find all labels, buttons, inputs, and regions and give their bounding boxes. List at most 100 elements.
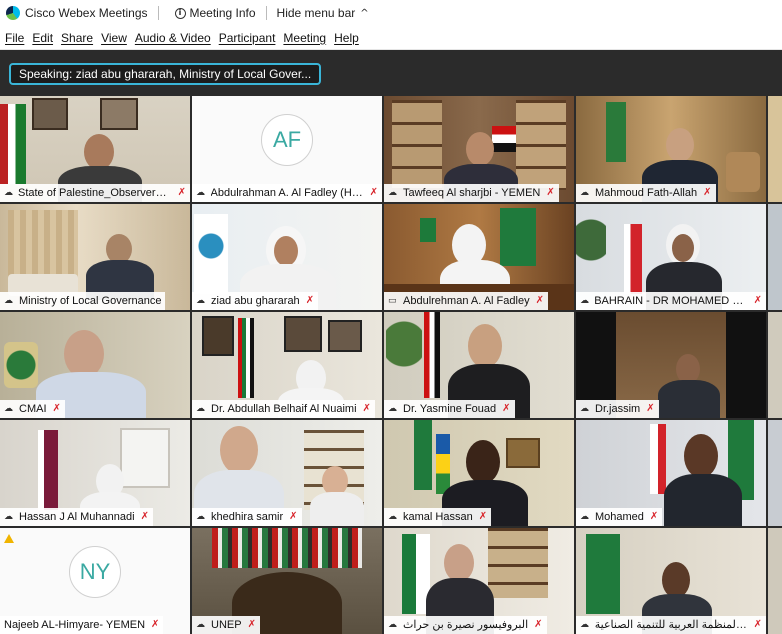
menu-share[interactable]: Share — [61, 31, 93, 45]
flag — [0, 104, 26, 184]
mic-muted-icon[interactable]: ✗ — [703, 184, 711, 202]
mic-muted-icon[interactable]: ✗ — [306, 292, 314, 310]
video-tile[interactable]: ☁ Dr. Yasmine Fouad ✗ — [384, 312, 574, 418]
mic-muted-icon[interactable]: ✗ — [536, 292, 544, 310]
participant-label: ☁ Dr. Yasmine Fouad ✗ — [384, 400, 515, 418]
participant-head — [220, 426, 258, 474]
video-tile[interactable]: ☁ State of Palestine_Observer2 (Me) ✗ — [0, 96, 190, 202]
mic-muted-icon[interactable]: ✗ — [646, 400, 654, 418]
mic-muted-icon[interactable]: ✗ — [363, 400, 371, 418]
video-tile[interactable]: ☁ Tawfeeq Al sharjbi - YEMEN ✗ — [384, 96, 574, 202]
participant-name: Mohamed — [595, 511, 644, 523]
video-tile[interactable]: NY Najeeb AL-Himyare- YEMEN ✗ — [0, 528, 190, 634]
video-tile[interactable]: ☁ المنظمة العربية للتنمية الصناعية ... ✗ — [576, 528, 766, 634]
menu-file[interactable]: File — [5, 31, 24, 45]
menu-help[interactable]: Help — [334, 31, 359, 45]
participant-head — [666, 128, 694, 162]
app-title[interactable]: Cisco Webex Meetings — [6, 6, 148, 20]
video-tile[interactable]: ☁ Mahmoud Fath-Allah ✗ — [576, 96, 766, 202]
menu-bar: File Edit Share View Audio & Video Parti… — [0, 26, 782, 50]
video-tile[interactable]: ☁ Dr.jassim ✗ — [576, 312, 766, 418]
video-grid: ☁ State of Palestine_Observer2 (Me) ✗ AF… — [0, 96, 782, 634]
mic-muted-icon[interactable]: ✗ — [502, 400, 510, 418]
connection-icon: ☁ — [580, 620, 589, 630]
hide-menu-bar-button[interactable]: Hide menu bar ^ — [277, 6, 369, 20]
mic-muted-icon[interactable]: ✗ — [534, 616, 542, 634]
mic-muted-icon[interactable]: ✗ — [370, 184, 378, 202]
participant-name: البروفيسور نصيرة بن حراث — [403, 619, 529, 631]
flag — [424, 312, 440, 398]
mic-muted-icon[interactable]: ✗ — [178, 184, 186, 202]
participant-name: khedhira samir — [211, 511, 284, 523]
video-tile[interactable]: ☁ BAHRAIN - DR MOHAMED BIN... ✗ — [576, 204, 766, 310]
participant-name: State of Palestine_Observer2 (Me) — [17, 187, 172, 199]
mic-muted-icon[interactable]: ✗ — [248, 616, 256, 634]
mic-muted-icon[interactable]: ✗ — [650, 508, 658, 526]
flag — [492, 126, 516, 152]
video-tile-partial[interactable] — [768, 528, 782, 634]
portrait-frame — [100, 98, 138, 130]
info-icon: i — [174, 7, 186, 19]
flag — [436, 434, 450, 494]
flag — [586, 534, 620, 614]
video-tile[interactable]: ☁ Dr. Abdullah Belhaif Al Nuaimi ✗ — [192, 312, 382, 418]
connection-icon: ☁ — [4, 188, 13, 198]
bookshelf — [488, 528, 548, 598]
mic-muted-icon[interactable]: ✗ — [151, 616, 159, 634]
video-tile[interactable]: ☁ CMAI ✗ — [0, 312, 190, 418]
flag — [500, 208, 536, 266]
video-tile[interactable]: ☁ Mohamed ✗ — [576, 420, 766, 526]
logo-banner — [194, 214, 228, 294]
menu-audio-video[interactable]: Audio & Video — [135, 31, 211, 45]
video-tile[interactable]: ▭ Abdulrehman A. Al Fadley ✗ — [384, 204, 574, 310]
mic-muted-icon[interactable]: ✗ — [754, 292, 762, 310]
video-tile-partial[interactable] — [768, 312, 782, 418]
video-tile[interactable]: ☁ البروفيسور نصيرة بن حراث ✗ — [384, 528, 574, 634]
participant-name: Dr.jassim — [595, 403, 641, 415]
flag — [624, 224, 642, 294]
mic-muted-icon[interactable]: ✗ — [754, 616, 762, 634]
divider — [157, 6, 159, 20]
flag — [606, 102, 626, 162]
connection-icon: ☁ — [388, 404, 397, 414]
menu-participant[interactable]: Participant — [219, 31, 276, 45]
menu-view[interactable]: View — [101, 31, 127, 45]
hide-menu-label: Hide menu bar — [276, 6, 356, 20]
portrait-frame — [506, 438, 540, 468]
flag — [650, 424, 666, 494]
video-tile[interactable]: ☁ kamal Hassan ✗ — [384, 420, 574, 526]
mic-muted-icon[interactable]: ✗ — [546, 184, 554, 202]
mic-muted-icon[interactable]: ✗ — [479, 508, 487, 526]
menu-edit[interactable]: Edit — [32, 31, 53, 45]
mic-muted-icon[interactable]: ✗ — [289, 508, 297, 526]
flags-row — [212, 528, 362, 568]
menu-meeting[interactable]: Meeting — [283, 31, 326, 45]
connection-icon: ☁ — [388, 188, 397, 198]
participant-label: ▭ Abdulrehman A. Al Fadley ✗ — [384, 292, 548, 310]
computer-icon: ▭ — [388, 296, 397, 306]
video-tile-partial[interactable] — [768, 420, 782, 526]
connection-icon: ☁ — [4, 296, 13, 306]
participant-label: ☁ khedhira samir ✗ — [192, 508, 302, 526]
video-tile[interactable]: ☁ khedhira samir ✗ — [192, 420, 382, 526]
participant-name: Abdulrehman A. Al Fadley — [403, 295, 530, 307]
chair — [726, 152, 760, 192]
mic-muted-icon[interactable]: ✗ — [53, 400, 61, 418]
connection-icon: ☁ — [580, 404, 589, 414]
video-tile-partial[interactable] — [768, 96, 782, 202]
video-tile[interactable]: ☁ ziad abu ghararah ✗ — [192, 204, 382, 310]
video-tile-active-speaker[interactable]: ☁ Ministry of Local Governance — [0, 204, 190, 310]
avatar: AF — [261, 114, 313, 166]
video-tile[interactable]: ☁ UNEP ✗ — [192, 528, 382, 634]
meeting-info-button[interactable]: i Meeting Info — [174, 6, 256, 20]
video-tile[interactable]: AF ☁ Abdulrahman A. Al Fadley (Host) ✗ — [192, 96, 382, 202]
video-tile-partial[interactable] — [768, 204, 782, 310]
bookshelf — [392, 100, 442, 190]
video-tile[interactable]: ☁ Hassan J Al Muhannadi ✗ — [0, 420, 190, 526]
portrait-frame — [202, 316, 234, 356]
mic-muted-icon[interactable]: ✗ — [141, 508, 149, 526]
participant-label: ☁ Dr.jassim ✗ — [576, 400, 659, 418]
participant-label: ☁ Abdulrahman A. Al Fadley (Host) ✗ — [192, 184, 382, 202]
connection-icon: ☁ — [4, 404, 13, 414]
participant-name: Dr. Yasmine Fouad — [403, 403, 497, 415]
